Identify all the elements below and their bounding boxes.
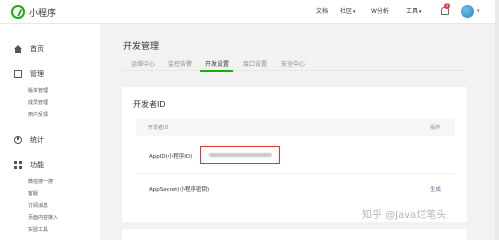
avatar[interactable] <box>461 5 474 18</box>
sidebar-item-label: 管理 <box>30 70 44 78</box>
section-title: 开发者ID <box>133 100 166 109</box>
miniprogram-logo-icon <box>11 5 25 19</box>
chevron-down-icon: ▾ <box>353 9 356 15</box>
nav-we-analysis[interactable]: W分析 <box>371 6 389 15</box>
chevron-down-icon: ▾ <box>419 9 422 15</box>
top-bar: 小程序 文档 社区▾ W分析 工具▾ 1 ▾ <box>0 0 499 24</box>
sidebar-item-version[interactable]: 版本管理 <box>28 87 48 94</box>
appid-value-redacted <box>209 153 272 157</box>
column-header-developer-id: 开发者ID <box>148 125 169 131</box>
sidebar-item-label: 首页 <box>30 45 44 53</box>
app-title: 小程序 <box>29 8 57 19</box>
app-logo[interactable]: 小程序 <box>11 5 56 19</box>
page-scrollbar[interactable] <box>495 0 499 240</box>
grid-icon <box>14 161 22 169</box>
sidebar-item-label: 功能 <box>30 161 44 169</box>
column-header-action: 操作 <box>430 125 441 131</box>
nav-tools[interactable]: 工具▾ <box>406 6 422 15</box>
sidebar-item-home[interactable]: 首页 <box>14 44 44 54</box>
tab-api-settings[interactable]: 接口设置 <box>243 59 267 68</box>
generate-secret-link[interactable]: 生成 <box>430 185 441 193</box>
sidebar-item-manage[interactable]: 管理 <box>14 69 44 79</box>
watermark: 知乎 @Java烂笔头 <box>362 210 447 221</box>
tab-ops-center[interactable]: 运维中心 <box>131 59 155 68</box>
page-title: 开发管理 <box>123 42 160 52</box>
nav-community[interactable]: 社区▾ <box>340 6 356 15</box>
nav-docs[interactable]: 文档 <box>316 6 328 15</box>
manage-icon <box>14 70 22 78</box>
notification-badge: 1 <box>444 3 450 9</box>
sidebar-item-feedback[interactable]: 用户反馈 <box>28 111 48 118</box>
stats-icon <box>14 136 22 144</box>
sidebar-item-wechat-search[interactable]: 微信搜一搜 <box>28 178 53 185</box>
sidebar-item-members[interactable]: 成员管理 <box>28 99 48 106</box>
chevron-down-icon[interactable]: ▾ <box>477 8 480 14</box>
sidebar-item-label: 统计 <box>30 136 44 144</box>
tab-monitoring[interactable]: 监控告警 <box>168 59 192 68</box>
table-header <box>136 119 455 136</box>
nav-community-label: 社区 <box>340 8 353 15</box>
sidebar-item-stats[interactable]: 统计 <box>14 135 44 145</box>
row-label-appsecret: AppSecret(小程序密钥) <box>149 187 210 193</box>
active-tab-indicator <box>200 70 233 72</box>
home-icon <box>14 45 22 53</box>
sidebar-item-experiment-tools[interactable]: 实验工具 <box>28 226 48 233</box>
row-label-appid: AppID(小程序ID) <box>149 154 193 160</box>
sidebar-item-features[interactable]: 功能 <box>14 160 44 170</box>
next-section-card <box>122 229 467 240</box>
nav-tools-label: 工具 <box>406 8 419 15</box>
tab-dev-settings[interactable]: 开发设置 <box>205 59 229 68</box>
tab-security-center[interactable]: 安全中心 <box>281 59 305 68</box>
row-divider <box>136 173 455 174</box>
sidebar-item-subscribe-messages[interactable]: 订阅消息 <box>28 202 48 209</box>
sidebar-item-customer-service[interactable]: 客服 <box>28 190 38 197</box>
sidebar <box>0 24 100 240</box>
sidebar-item-page-content[interactable]: 页面内容接入 <box>28 214 58 221</box>
